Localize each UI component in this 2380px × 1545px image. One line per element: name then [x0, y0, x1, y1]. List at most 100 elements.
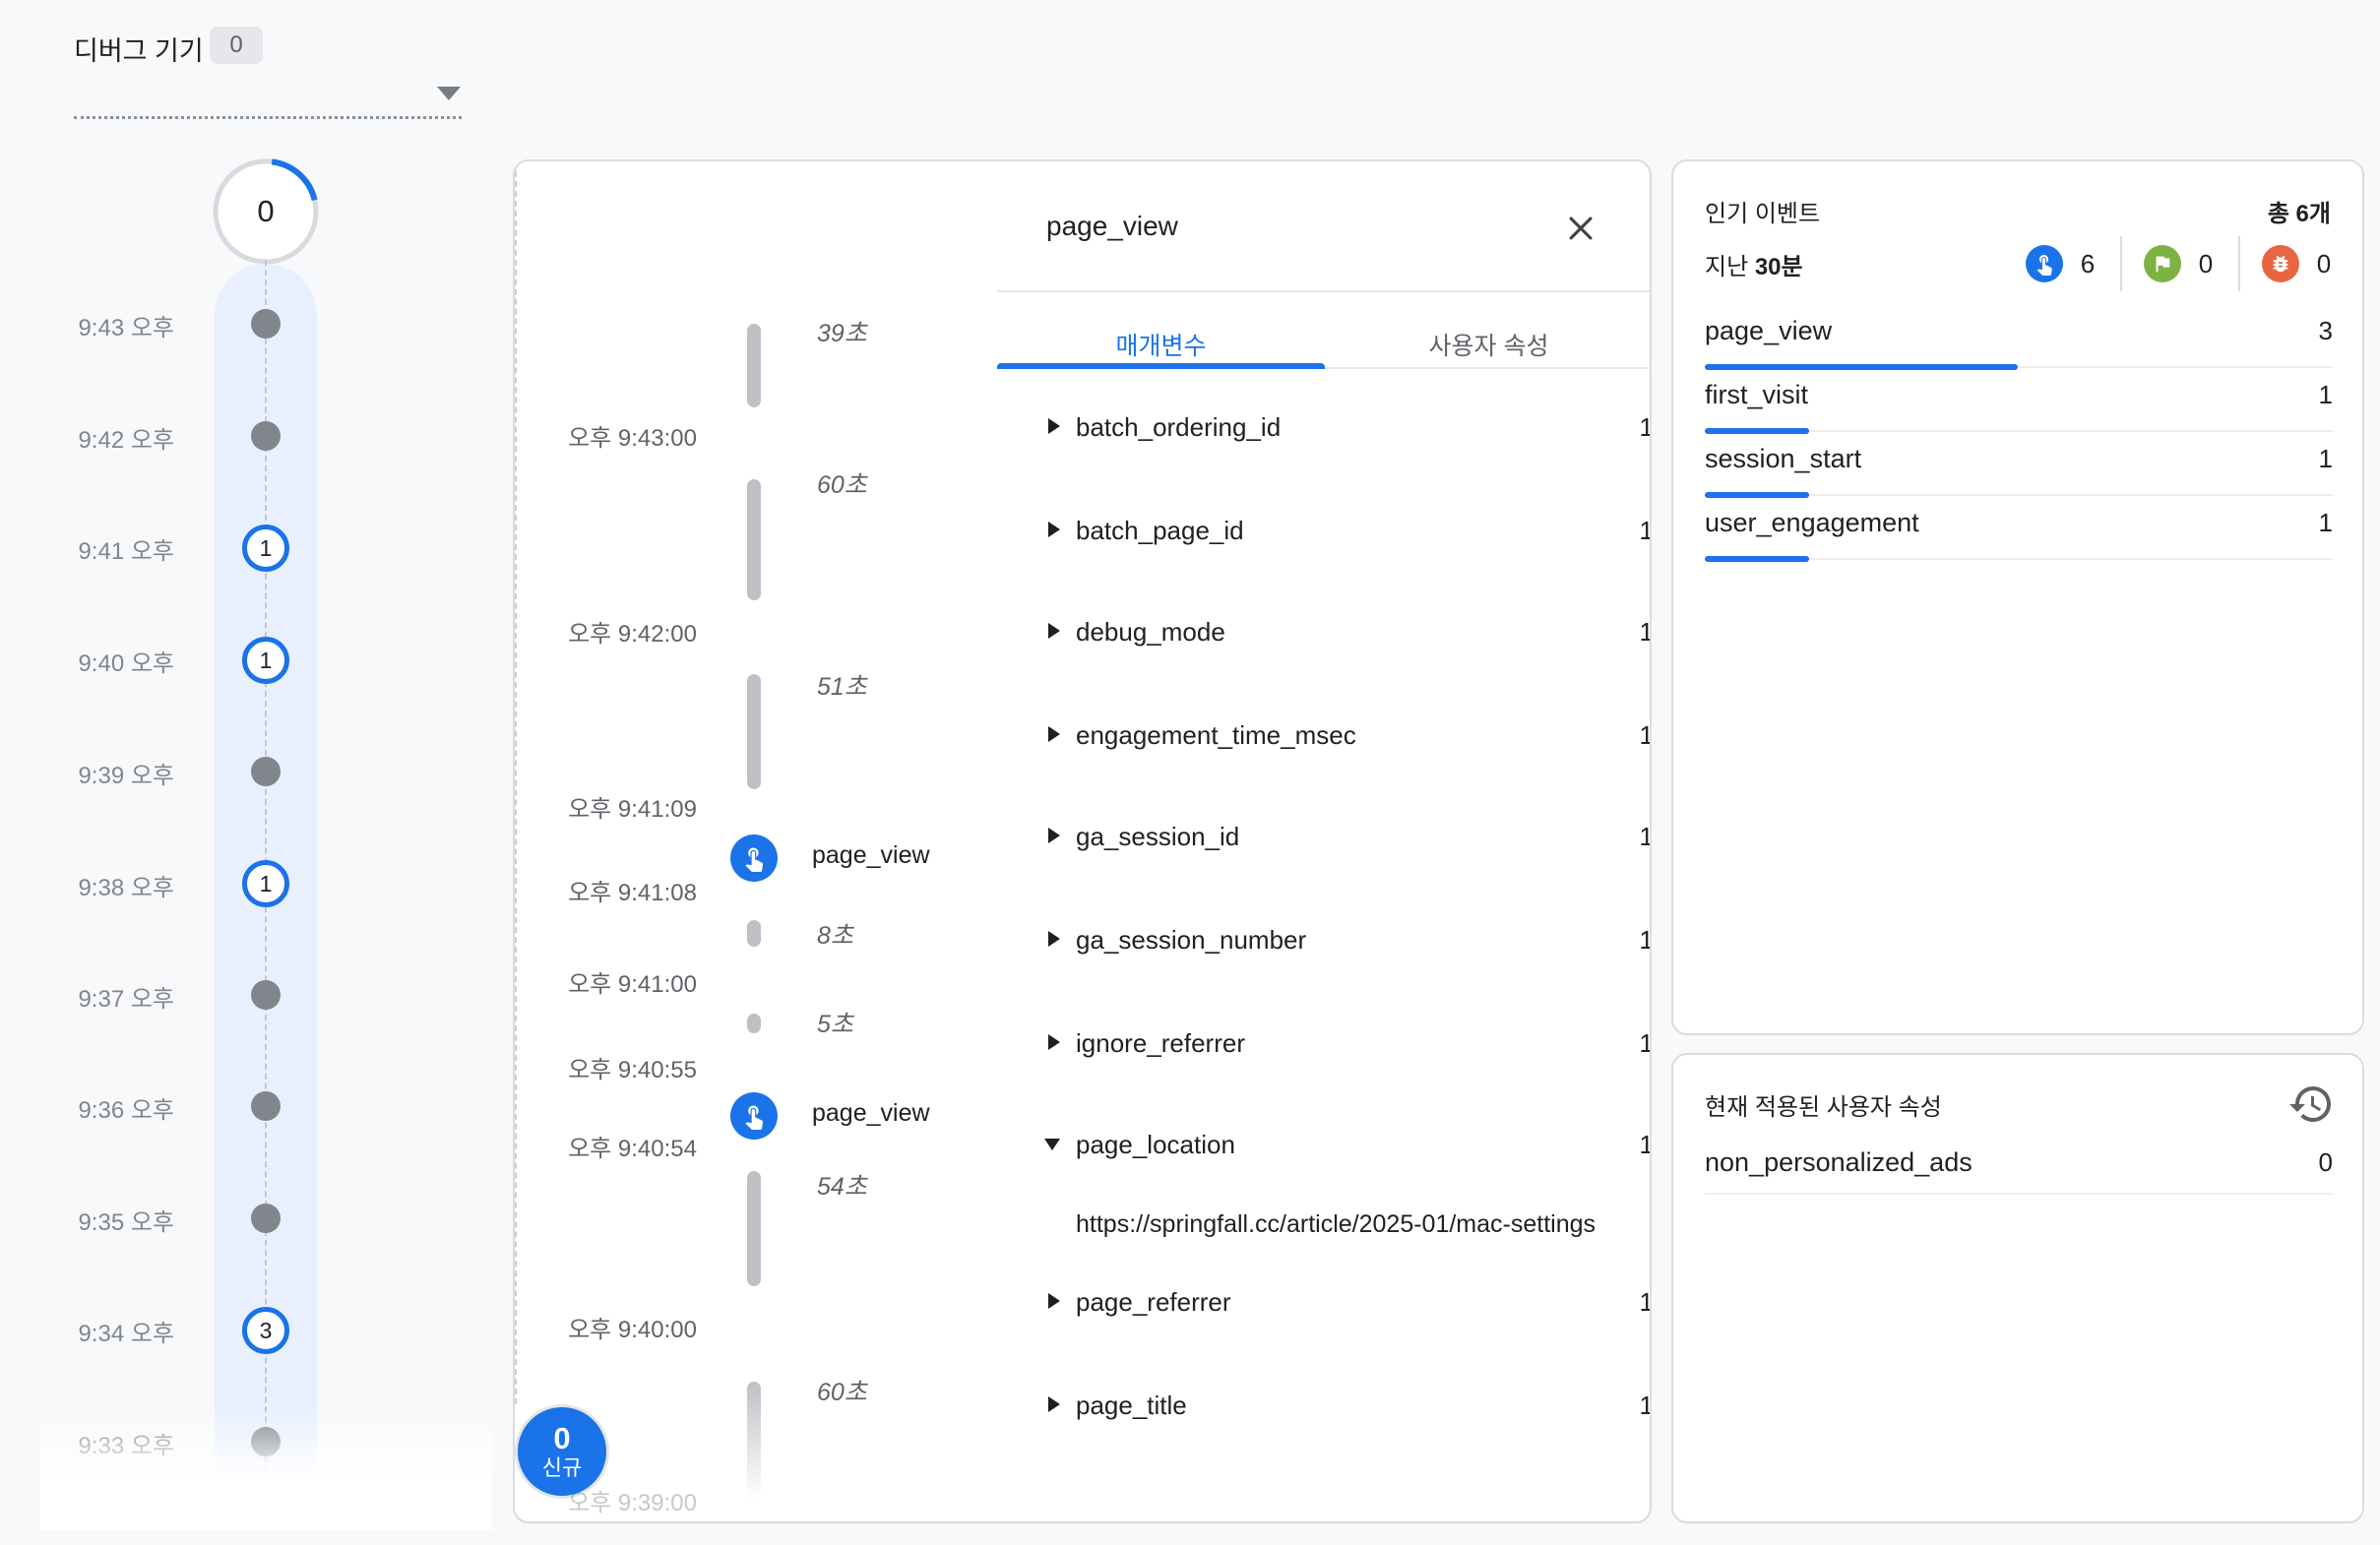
- expand-arrow-icon[interactable]: [1048, 418, 1060, 434]
- user-property-row[interactable]: non_personalized_ads 0: [1705, 1134, 2333, 1195]
- minute-marker-count[interactable]: 1: [242, 525, 289, 572]
- param-name: page_location: [1076, 1130, 1235, 1160]
- flag-icon: [2152, 253, 2173, 275]
- param-name: ga_session_id: [1076, 822, 1239, 852]
- minute-label: 9:39 오후: [39, 756, 174, 790]
- expand-arrow-icon[interactable]: [1048, 1396, 1060, 1412]
- expand-arrow-icon[interactable]: [1048, 1034, 1060, 1050]
- param-row[interactable]: engagement_time_msec 1: [1046, 720, 1617, 756]
- errors-count: 0: [2313, 249, 2335, 279]
- top-events-title: 인기 이벤트: [1705, 194, 1820, 228]
- minute-label: 9:43 오후: [39, 308, 174, 342]
- param-row[interactable]: ignore_referrer 1: [1046, 1028, 1617, 1064]
- param-row[interactable]: page_referrer 1: [1046, 1287, 1617, 1323]
- top-event-row[interactable]: user_engagement 1: [1705, 496, 2333, 560]
- minute-marker-dot[interactable]: [251, 309, 281, 339]
- param-value: 1: [1575, 412, 1652, 443]
- param-row[interactable]: debug_mode 1: [1046, 617, 1617, 652]
- stream-timestamp: 오후 9:41:08: [539, 873, 697, 907]
- expand-arrow-icon[interactable]: [1048, 623, 1060, 639]
- minute-marker-dot[interactable]: [251, 980, 281, 1010]
- minute-label: 9:41 오후: [39, 531, 174, 566]
- duration-label: 5초: [817, 1005, 853, 1040]
- param-name: ignore_referrer: [1076, 1028, 1245, 1059]
- param-value: 1: [1575, 1130, 1652, 1160]
- engagement-segment: [747, 1014, 761, 1033]
- stream-timestamp: 오후 9:42:00: [539, 614, 697, 649]
- top-event-row[interactable]: first_visit 1: [1705, 368, 2333, 432]
- close-icon[interactable]: [1564, 212, 1597, 245]
- top-event-row[interactable]: session_start 1: [1705, 432, 2333, 496]
- events-counter-badge: [2026, 245, 2063, 282]
- event-name[interactable]: page_view: [812, 1099, 930, 1128]
- expand-arrow-icon[interactable]: [1048, 931, 1060, 947]
- dropdown-caret-icon[interactable]: [437, 87, 461, 100]
- stream-timestamp: 오후 9:40:54: [539, 1129, 697, 1163]
- param-name: debug_mode: [1076, 617, 1225, 648]
- top-event-count: 1: [2319, 508, 2333, 538]
- event-name[interactable]: page_view: [812, 841, 930, 870]
- tab-parameters[interactable]: 매개변수: [997, 327, 1325, 362]
- param-name: ga_session_number: [1076, 925, 1306, 956]
- engagement-segment: [747, 479, 761, 600]
- event-type-counters: 6 0 0: [2026, 236, 2335, 291]
- minute-marker-count[interactable]: 1: [242, 637, 289, 684]
- debugview-page: 디버그 기기 0 0 9:43 오후 9:42 오후 9:41 오후 1 9:4…: [0, 0, 2380, 1545]
- top-event-name: first_visit: [1705, 380, 1808, 410]
- conversions-counter-badge: [2144, 245, 2181, 282]
- event-count-bar: [1705, 556, 1809, 562]
- duration-label: 39초: [817, 314, 867, 349]
- minute-marker-count[interactable]: 3: [242, 1307, 289, 1354]
- stream-timestamp: 오후 9:40:00: [539, 1310, 697, 1344]
- top-event-count: 3: [2319, 316, 2333, 346]
- device-selector-dropdown[interactable]: [74, 59, 462, 119]
- timeline-bottom-fade: [39, 1407, 492, 1530]
- row-divider: [1705, 1193, 2333, 1195]
- param-value: 1: [1575, 1390, 1652, 1421]
- expand-arrow-icon[interactable]: [1048, 1293, 1060, 1309]
- user-properties-title: 현재 적용된 사용자 속성: [1705, 1087, 1942, 1122]
- top-event-row[interactable]: page_view 3: [1705, 304, 2333, 368]
- last-30min-value: 30분: [1755, 254, 1803, 280]
- event-marker[interactable]: [730, 1092, 778, 1140]
- user-property-value: 0: [2319, 1147, 2333, 1178]
- param-value: 1: [1575, 1287, 1652, 1318]
- top-events-list: page_view 3 first_visit 1 session_start …: [1705, 304, 2333, 560]
- expand-arrow-icon[interactable]: [1048, 522, 1060, 537]
- stream-timestamp: 오후 9:39:00: [539, 1483, 697, 1517]
- current-minute-count: 0: [210, 155, 322, 268]
- param-value: 1: [1575, 720, 1652, 751]
- history-icon[interactable]: [2287, 1081, 2335, 1128]
- param-name: batch_ordering_id: [1076, 412, 1281, 443]
- last-30min-label: 지난 30분: [1705, 247, 1803, 281]
- new-user-label: 신규: [542, 1455, 582, 1481]
- minute-label: 9:38 오후: [39, 868, 174, 902]
- minute-marker-count[interactable]: 1: [242, 860, 289, 907]
- minute-marker-dot[interactable]: [251, 421, 281, 451]
- collapse-arrow-icon[interactable]: [1044, 1139, 1060, 1150]
- param-value: 1: [1575, 516, 1652, 546]
- new-user-count: 0: [553, 1422, 570, 1455]
- active-tab-indicator: [997, 363, 1325, 369]
- tab-user-properties[interactable]: 사용자 속성: [1325, 327, 1652, 362]
- param-row[interactable]: batch_page_id 1: [1046, 516, 1617, 551]
- param-name: page_referrer: [1076, 1287, 1231, 1318]
- duration-label: 51초: [817, 667, 867, 703]
- top-events-card: 인기 이벤트 총 6개 지난 30분 6 0: [1671, 159, 2364, 1035]
- minute-marker-dot[interactable]: [251, 1204, 281, 1233]
- expand-arrow-icon[interactable]: [1048, 726, 1060, 742]
- counter-divider: [2120, 236, 2122, 291]
- param-row[interactable]: ga_session_id 1: [1046, 822, 1617, 857]
- minute-marker-dot[interactable]: [251, 1091, 281, 1121]
- detail-header-divider: [997, 290, 1652, 292]
- event-marker[interactable]: [730, 834, 778, 882]
- param-row[interactable]: batch_ordering_id 1: [1046, 412, 1617, 448]
- param-row[interactable]: ga_session_number 1: [1046, 925, 1617, 960]
- param-row-expanded[interactable]: page_location 1: [1046, 1130, 1617, 1165]
- minute-marker-dot[interactable]: [251, 757, 281, 786]
- touch-icon: [740, 1102, 768, 1130]
- top-event-name: page_view: [1705, 316, 1832, 346]
- expand-arrow-icon[interactable]: [1048, 828, 1060, 843]
- param-row[interactable]: page_title 1: [1046, 1390, 1617, 1426]
- param-name: page_title: [1076, 1390, 1187, 1421]
